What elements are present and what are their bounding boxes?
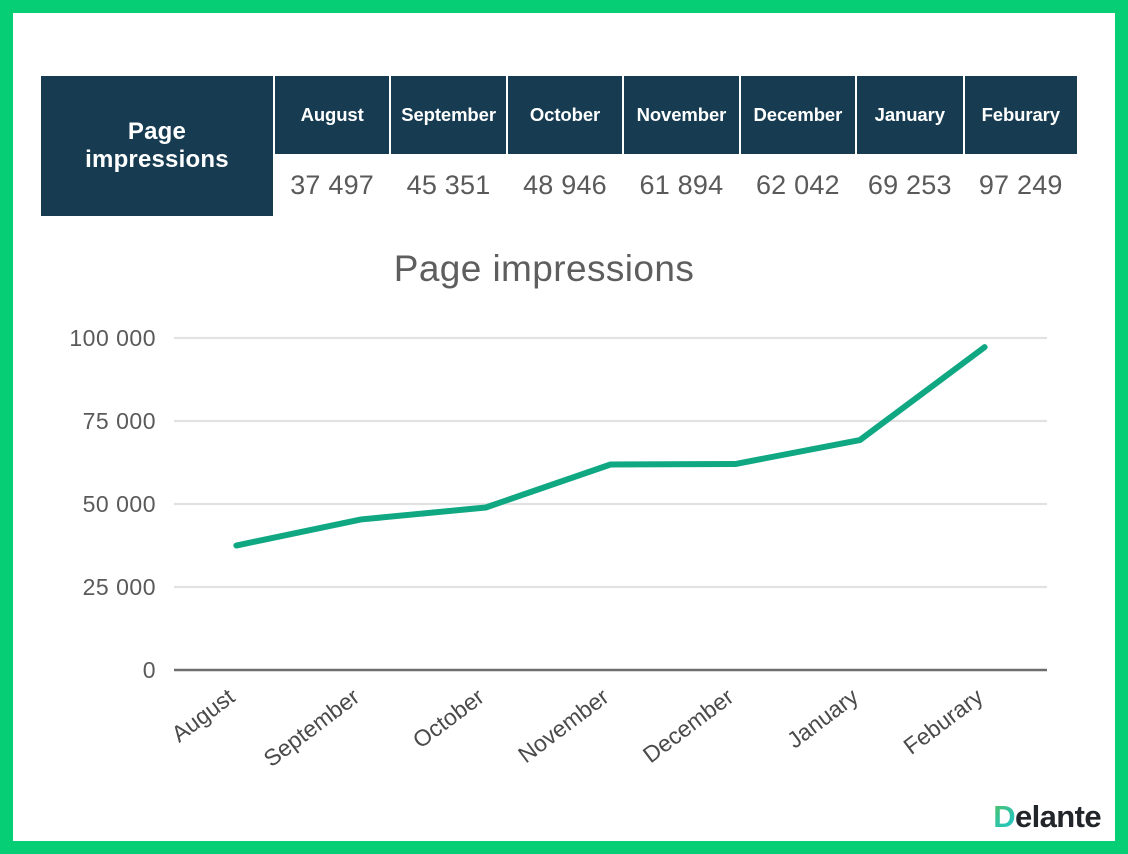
value-january: 69 253: [857, 154, 963, 216]
value-august: 37 497: [274, 154, 390, 216]
line-chart: Page impressions 0 25 000 50 000 75 000 100 …: [39, 232, 1079, 792]
column-header-september: September: [391, 76, 506, 154]
data-line-page-impressions: [233, 344, 988, 549]
chart-x-axis-labels: August September October November December Ja…: [167, 683, 989, 772]
value-october: 48 946: [507, 154, 623, 216]
x-axis-tick-label: January: [782, 683, 863, 753]
y-axis-tick-label: 50 000: [83, 491, 156, 517]
x-axis-tick-label: Feburary: [898, 683, 988, 759]
y-axis-tick-label: 100 000: [69, 325, 156, 351]
column-header-january: January: [857, 76, 963, 154]
column-header-august: August: [274, 76, 390, 154]
chart-data-series: [233, 344, 988, 549]
chart-y-axis-labels: 0 25 000 50 000 75 000 100 000: [69, 325, 156, 683]
y-axis-tick-label: 75 000: [83, 408, 156, 434]
y-axis-tick-label: 0: [143, 657, 156, 683]
row-label-page-impressions: Page impressions: [41, 76, 273, 216]
report-canvas: Page impressions August September Octobe…: [0, 0, 1128, 854]
logo-wordmark: elante: [1015, 799, 1102, 834]
page-impressions-table: Page impressions August September Octobe…: [39, 76, 1079, 216]
value-september: 45 351: [391, 154, 506, 216]
y-axis-tick-label: 25 000: [83, 574, 156, 600]
column-header-november: November: [624, 76, 739, 154]
value-november: 61 894: [624, 154, 739, 216]
logo-initial: D: [993, 799, 1015, 834]
row-label-line-2: impressions: [85, 146, 229, 173]
x-axis-tick-label: December: [638, 683, 739, 768]
value-feburary: 97 249: [964, 154, 1077, 216]
data-table: Page impressions August September Octobe…: [39, 76, 1079, 216]
value-december: 62 042: [740, 154, 856, 216]
x-axis-tick-label: August: [167, 683, 240, 747]
row-label-line-1: Page: [127, 117, 187, 145]
column-header-feburary: Feburary: [964, 76, 1077, 154]
x-axis-tick-label: November: [513, 683, 614, 768]
column-header-december: December: [740, 76, 856, 154]
table-header-row: Page impressions August September Octobe…: [41, 76, 1077, 216]
x-axis-tick-label: October: [408, 683, 489, 753]
chart-plot-svg: 0 25 000 50 000 75 000 100 000 August Septemb…: [69, 325, 1047, 772]
column-header-october: October: [507, 76, 623, 154]
delante-logo: Delante: [993, 801, 1101, 832]
x-axis-tick-label: September: [259, 683, 365, 772]
